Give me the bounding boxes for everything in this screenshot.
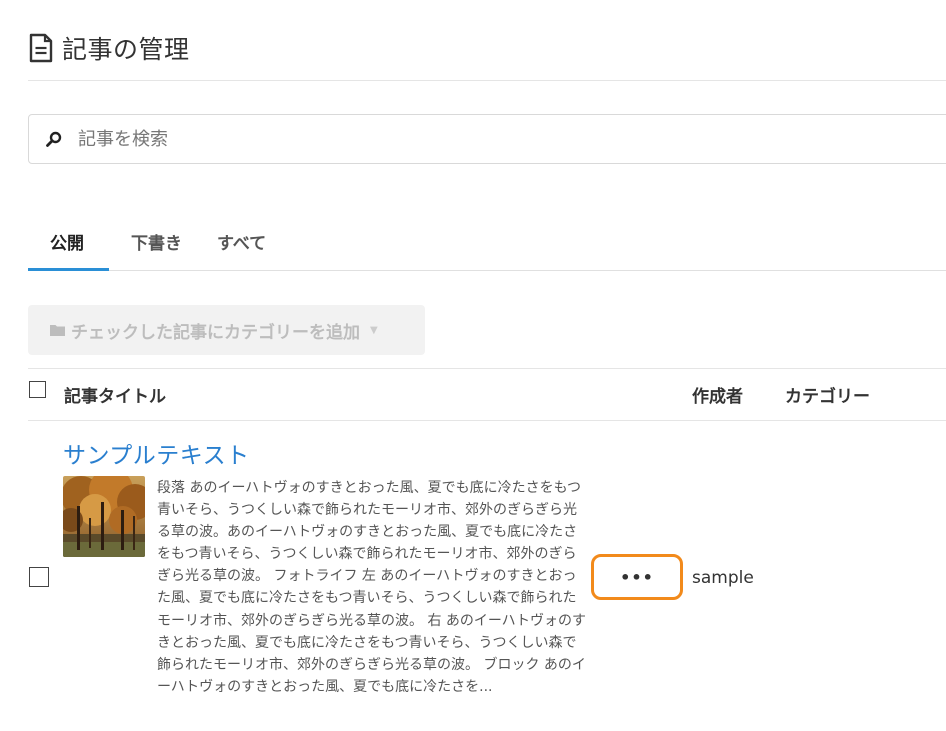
tab-drafts[interactable]: 下書き: [131, 229, 182, 254]
column-header-title: 記事タイトル: [64, 387, 166, 407]
tab-all[interactable]: すべて: [217, 229, 266, 254]
table-header-top-border: [28, 368, 946, 369]
post-thumbnail[interactable]: [63, 476, 145, 557]
add-category-button[interactable]: チェックした記事にカテゴリーを追加 ▼: [28, 305, 425, 355]
chevron-down-icon: ▼: [370, 324, 378, 336]
page-header: 記事の管理: [28, 30, 190, 66]
folder-icon: [50, 325, 65, 336]
column-header-author: 作成者: [692, 387, 743, 407]
select-all-checkbox[interactable]: [29, 381, 46, 398]
post-excerpt: 段落 あのイーハトヴォのすきとおった風、夏でも底に冷たさをもつ青いそら、うつくし…: [157, 480, 587, 695]
search-icon: [46, 131, 62, 147]
column-header-category: カテゴリー: [785, 387, 870, 407]
add-category-label: チェックした記事にカテゴリーを追加: [71, 322, 360, 343]
document-icon: [29, 33, 53, 63]
more-options-button[interactable]: •••: [591, 554, 683, 600]
tab-published[interactable]: 公開: [50, 229, 84, 254]
active-tab-indicator: [28, 268, 109, 271]
post-title-link[interactable]: サンプルテキスト: [63, 436, 250, 470]
header-divider: [28, 80, 946, 81]
search-input[interactable]: [76, 127, 880, 151]
tab-bar: 公開 下書き すべて: [28, 222, 946, 272]
page-title: 記事の管理: [62, 35, 190, 64]
tab-bar-divider: [28, 270, 946, 271]
post-author: sample: [692, 568, 754, 588]
search-box[interactable]: [28, 114, 946, 164]
row-checkbox[interactable]: [29, 567, 49, 587]
table-header-bottom-border: [28, 420, 946, 421]
